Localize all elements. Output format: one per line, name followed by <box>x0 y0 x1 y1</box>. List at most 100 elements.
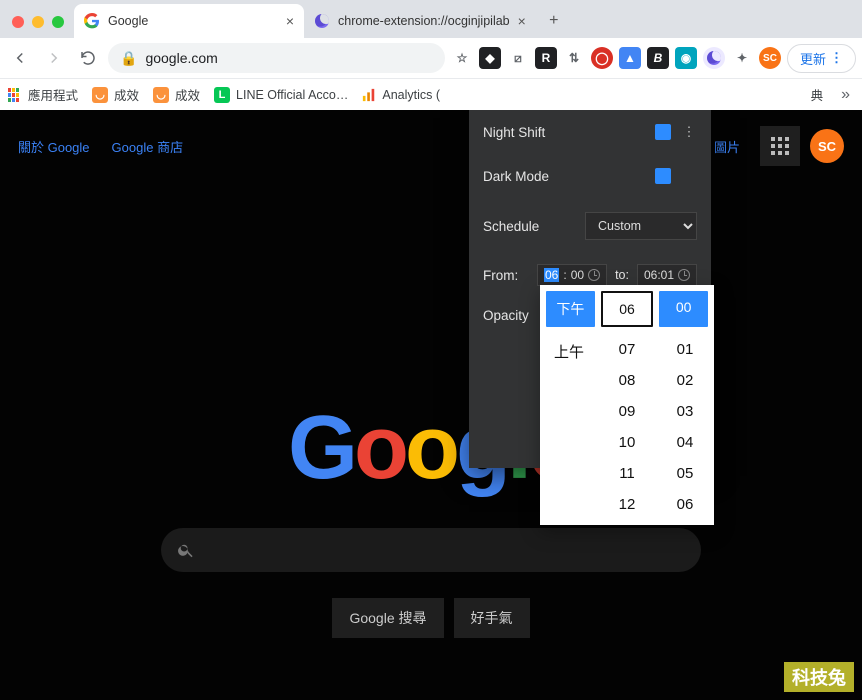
search-input[interactable] <box>161 528 701 572</box>
ext-shield-icon[interactable]: ◆ <box>479 47 501 69</box>
new-tab-button[interactable]: + <box>540 7 568 35</box>
minute-column: 01 02 03 04 05 06 <box>656 333 714 525</box>
google-search-button[interactable]: Google 搜尋 <box>332 598 443 638</box>
page-content: 關於 Google Google 商店 圖片 SC Google Google … <box>0 110 862 700</box>
popup-more-icon[interactable]: ⋮ <box>681 124 697 140</box>
ext-slash-icon[interactable]: ⧄ <box>507 47 529 69</box>
lock-icon: 🔒 <box>120 50 137 67</box>
about-link[interactable]: 關於 Google <box>18 137 90 156</box>
ext-circle-icon[interactable]: ◯ <box>591 47 613 69</box>
minute-option[interactable]: 03 <box>677 403 694 420</box>
google-favicon-icon <box>84 13 100 29</box>
store-link[interactable]: Google 商店 <box>112 137 184 156</box>
ampm-column: 上午 <box>540 333 598 525</box>
google-apps-button[interactable] <box>760 126 800 166</box>
back-button[interactable] <box>6 44 34 72</box>
time-picker-dropdown: 下午 06 00 上午 07 08 09 10 11 12 01 02 03 0… <box>540 285 714 525</box>
schedule-select[interactable]: Custom <box>585 212 697 240</box>
ampm-selected[interactable]: 下午 <box>546 291 595 327</box>
tab-close-icon[interactable]: × <box>286 13 294 29</box>
window-close-button[interactable] <box>12 16 24 28</box>
toolbar: 🔒 google.com ☆ ◆ ⧄ R ⇅ ◯ ▲ B ◉ ✦ SC 更新⋮ <box>0 38 862 78</box>
account-avatar[interactable]: SC <box>810 129 844 163</box>
apps-grid-icon <box>771 137 789 155</box>
google-buttons: Google 搜尋 好手氣 <box>0 598 862 638</box>
apps-shortcut[interactable]: 應用程式 <box>8 85 78 104</box>
hour-option[interactable]: 09 <box>619 403 636 420</box>
bookmark-item[interactable]: L LINE Official Acco… <box>214 87 348 103</box>
reload-button[interactable] <box>74 44 102 72</box>
url-text: google.com <box>145 50 217 66</box>
schedule-row: Schedule Custom <box>469 198 711 254</box>
hour-selected[interactable]: 06 <box>601 291 654 327</box>
bookmarks-bar: 應用程式 ◡ 成效 ◡ 成效 L LINE Official Acco… Ana… <box>0 78 862 110</box>
ext-nightshift-icon[interactable] <box>703 47 725 69</box>
watermark-label: 科技兔 <box>784 662 854 692</box>
bookmarks-overflow-icon[interactable]: » <box>837 86 854 104</box>
window-maximize-button[interactable] <box>52 16 64 28</box>
tab-strip: Google × chrome-extension://ocginjipilab… <box>0 0 862 38</box>
window-controls <box>8 16 74 38</box>
update-button[interactable]: 更新⋮ <box>787 44 856 73</box>
darkmode-checkbox[interactable] <box>655 168 671 184</box>
apps-label: 應用程式 <box>28 85 78 104</box>
bookmark-item[interactable]: ◡ 成效 <box>92 85 139 104</box>
ext-eye-icon[interactable]: ◉ <box>675 47 697 69</box>
tab-title: Google <box>108 14 278 28</box>
ext-b-icon[interactable]: B <box>647 47 669 69</box>
hour-option[interactable]: 08 <box>619 372 636 389</box>
bookmark-item[interactable]: 典 <box>811 85 824 104</box>
hour-option[interactable]: 11 <box>619 465 635 482</box>
minute-option[interactable]: 05 <box>677 465 694 482</box>
ampm-option[interactable]: 上午 <box>554 341 584 362</box>
hour-option[interactable]: 07 <box>619 341 636 358</box>
to-time-input[interactable]: 06:01 <box>637 264 697 286</box>
nightshift-row: Night Shift ⋮ <box>469 110 711 154</box>
minute-option[interactable]: 02 <box>677 372 694 389</box>
minute-option[interactable]: 01 <box>677 341 694 358</box>
clock-icon <box>588 269 600 281</box>
bookmark-item[interactable]: Analytics ( <box>362 88 440 102</box>
opacity-label: Opacity <box>483 302 538 323</box>
tab-extension[interactable]: chrome-extension://ocginjipilab × <box>304 4 536 38</box>
google-logo-row: Google <box>0 397 862 500</box>
ext-swap-icon[interactable]: ⇅ <box>563 47 585 69</box>
from-label: From: <box>483 268 529 283</box>
forward-button[interactable] <box>40 44 68 72</box>
window-minimize-button[interactable] <box>32 16 44 28</box>
address-bar[interactable]: 🔒 google.com <box>108 43 445 73</box>
minute-option[interactable]: 06 <box>677 496 694 513</box>
bookmark-label: LINE Official Acco… <box>236 88 348 102</box>
apps-grid-icon <box>8 88 22 102</box>
tab-google[interactable]: Google × <box>74 4 304 38</box>
minute-option[interactable]: 04 <box>677 434 694 451</box>
moon-favicon-icon <box>314 13 330 29</box>
from-time-input[interactable]: 06:00 <box>537 264 607 286</box>
more-dots-icon: ⋮ <box>830 50 843 66</box>
tab-close-icon[interactable]: × <box>518 13 526 29</box>
ext-r-icon[interactable]: R <box>535 47 557 69</box>
images-link[interactable]: 圖片 <box>714 137 740 156</box>
bookmark-item[interactable]: ◡ 成效 <box>153 85 200 104</box>
lucky-button[interactable]: 好手氣 <box>454 598 530 638</box>
bookmark-label: 成效 <box>175 85 200 104</box>
darkmode-label: Dark Mode <box>483 169 655 184</box>
bookmark-icon: ◡ <box>92 87 108 103</box>
search-icon <box>177 541 195 559</box>
google-header: 關於 Google Google 商店 圖片 SC <box>0 110 862 182</box>
bookmark-label: 典 <box>811 85 824 104</box>
hour-option[interactable]: 10 <box>619 434 636 451</box>
darkmode-row: Dark Mode <box>469 154 711 198</box>
bookmark-icon: ◡ <box>153 87 169 103</box>
analytics-icon <box>362 88 376 102</box>
bookmark-label: 成效 <box>114 85 139 104</box>
hour-column: 07 08 09 10 11 12 <box>598 333 656 525</box>
puzzle-icon[interactable]: ✦ <box>731 47 753 69</box>
star-icon[interactable]: ☆ <box>451 47 473 69</box>
nightshift-checkbox[interactable] <box>655 124 671 140</box>
profile-avatar-icon[interactable]: SC <box>759 47 781 69</box>
hour-option[interactable]: 12 <box>619 496 636 513</box>
nightshift-label: Night Shift <box>483 125 655 140</box>
minute-selected[interactable]: 00 <box>659 291 708 327</box>
ext-photo-icon[interactable]: ▲ <box>619 47 641 69</box>
